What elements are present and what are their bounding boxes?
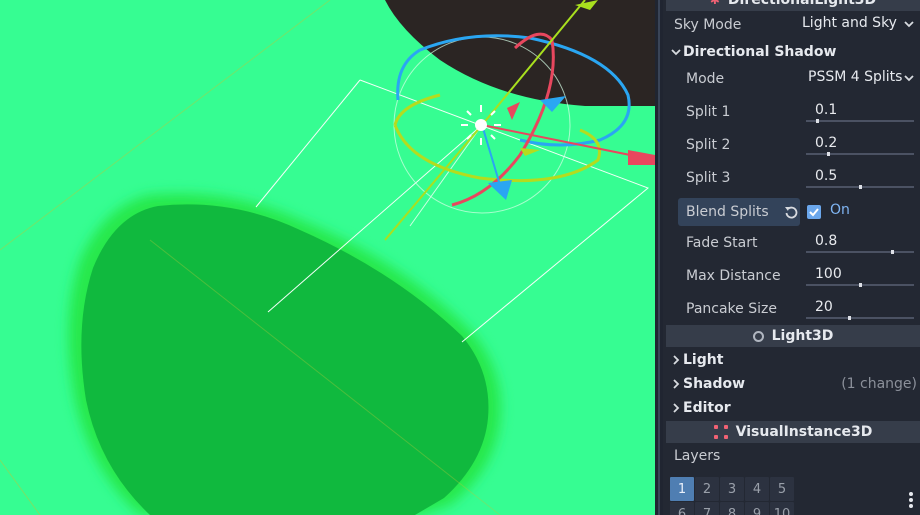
visual-instance-icon: [713, 425, 728, 439]
shadow-change-note: (1 change): [841, 376, 917, 392]
gizmo-ring-y[interactable]: [393, 124, 601, 183]
layer-cell[interactable]: 6: [670, 502, 694, 515]
split3-slider[interactable]: 0.5: [806, 166, 914, 190]
visualinstance3d-header-label: VisualInstance3D: [735, 424, 873, 440]
split2-track: [806, 152, 914, 156]
chevron-right-icon: [673, 355, 680, 365]
pancake-size-label: Pancake Size: [686, 301, 777, 317]
pancake-size-track: [806, 316, 914, 320]
directional-shadow-title: Directional Shadow: [683, 44, 837, 60]
inspector-panel: ✱ DirectionalLight3D Sky Mode Light and …: [663, 0, 920, 515]
pancake-size-slider[interactable]: 20: [806, 297, 914, 321]
layer-cell[interactable]: 8: [720, 502, 744, 515]
blend-splits-value: On: [830, 202, 850, 218]
revert-icon[interactable]: [784, 205, 798, 219]
split3-knob[interactable]: [859, 185, 862, 189]
checkmark-icon: [809, 208, 819, 217]
sky-mode-dropdown[interactable]: Light and Sky: [793, 13, 920, 37]
layers-label: Layers: [674, 448, 721, 464]
split1-row: Split 1 0.1: [666, 97, 920, 127]
mode-row: Mode PSSM 4 Splits: [666, 64, 920, 94]
layer-cell[interactable]: 10: [770, 502, 794, 515]
shadow-section-title: Shadow: [683, 376, 746, 392]
max-distance-slider[interactable]: 100: [806, 264, 914, 288]
layer-cell[interactable]: 7: [695, 502, 719, 515]
fade-start-value: 0.8: [815, 233, 838, 249]
mode-label: Mode: [686, 71, 725, 87]
pancake-size-knob[interactable]: [848, 316, 852, 320]
max-distance-value: 100: [815, 266, 842, 282]
shadow-section[interactable]: Shadow (1 change): [666, 372, 920, 396]
split1-slider[interactable]: 0.1: [806, 100, 914, 124]
light3d-header-label: Light3D: [771, 328, 834, 344]
split2-row: Split 2 0.2: [666, 130, 920, 160]
light3d-header: Light3D: [666, 325, 920, 347]
split2-label: Split 2: [686, 137, 731, 153]
gizmo-axis-z[interactable]: [481, 124, 501, 186]
pancake-size-value: 20: [815, 299, 833, 315]
viewport-scene: [0, 0, 655, 515]
more-options-icon[interactable]: [909, 492, 913, 510]
split2-knob[interactable]: [826, 152, 830, 156]
sky-mode-row: Sky Mode Light and Sky: [666, 10, 920, 40]
layer-cell[interactable]: 3: [720, 477, 744, 501]
sky-mode-label: Sky Mode: [674, 17, 742, 33]
layer-cell[interactable]: 1: [670, 477, 694, 501]
chevron-down-icon: [904, 75, 914, 82]
mode-dropdown[interactable]: PSSM 4 Splits: [799, 67, 920, 91]
light-ring-icon: [752, 330, 764, 342]
blend-splits-label-box: Blend Splits: [678, 198, 800, 226]
dark-mesh: [385, 0, 655, 106]
blend-splits-row: Blend Splits On: [666, 197, 920, 227]
layer-cell[interactable]: 5: [770, 477, 794, 501]
light-section-title: Light: [683, 352, 724, 368]
fade-start-knob[interactable]: [891, 250, 895, 254]
viewport-3d[interactable]: [0, 0, 655, 515]
max-distance-label: Max Distance: [686, 268, 781, 284]
max-distance-knob[interactable]: [859, 283, 862, 287]
split1-knob[interactable]: [815, 119, 819, 123]
directional-shadow-section[interactable]: Directional Shadow: [666, 40, 920, 64]
split3-row: Split 3 0.5: [666, 163, 920, 193]
split2-slider[interactable]: 0.2: [806, 133, 914, 157]
editor-section-title: Editor: [683, 400, 731, 416]
splitter-grip: [658, 0, 660, 515]
split3-label: Split 3: [686, 170, 731, 186]
shadow-blob: [81, 204, 489, 515]
directional-light-icon: ✱: [709, 0, 720, 7]
directional-light-header-label: DirectionalLight3D: [727, 0, 877, 8]
fade-start-row: Fade Start 0.8: [666, 228, 920, 258]
layer-cell[interactable]: 2: [695, 477, 719, 501]
layers-row: Layers: [666, 441, 920, 471]
directional-light-gizmo-icon[interactable]: [461, 105, 501, 145]
sky-mode-value: Light and Sky: [802, 15, 897, 31]
mode-value: PSSM 4 Splits: [808, 69, 903, 85]
chevron-down-icon: [904, 21, 914, 28]
blend-splits-label: Blend Splits: [686, 204, 769, 220]
visualinstance3d-header: VisualInstance3D: [666, 421, 920, 443]
split1-label: Split 1: [686, 104, 731, 120]
layer-cell[interactable]: 4: [745, 477, 769, 501]
light-section[interactable]: Light: [666, 348, 920, 372]
blend-splits-checkbox[interactable]: [807, 205, 821, 219]
split1-value: 0.1: [815, 102, 838, 118]
chevron-right-icon: [673, 403, 680, 413]
split2-value: 0.2: [815, 135, 838, 151]
split1-track: [806, 119, 914, 123]
fade-start-slider[interactable]: 0.8: [806, 231, 914, 255]
editor-section[interactable]: Editor: [666, 396, 920, 420]
chevron-right-icon: [673, 379, 680, 389]
fade-start-track: [806, 250, 914, 254]
split3-value: 0.5: [815, 168, 838, 184]
pancake-size-row: Pancake Size 20: [666, 294, 920, 324]
split3-track: [806, 185, 914, 189]
layer-cell[interactable]: 9: [745, 502, 769, 515]
max-distance-track: [806, 283, 914, 287]
panel-splitter[interactable]: [655, 0, 663, 515]
fade-start-label: Fade Start: [686, 235, 758, 251]
max-distance-row: Max Distance 100: [666, 261, 920, 291]
chevron-down-icon: [671, 49, 681, 56]
